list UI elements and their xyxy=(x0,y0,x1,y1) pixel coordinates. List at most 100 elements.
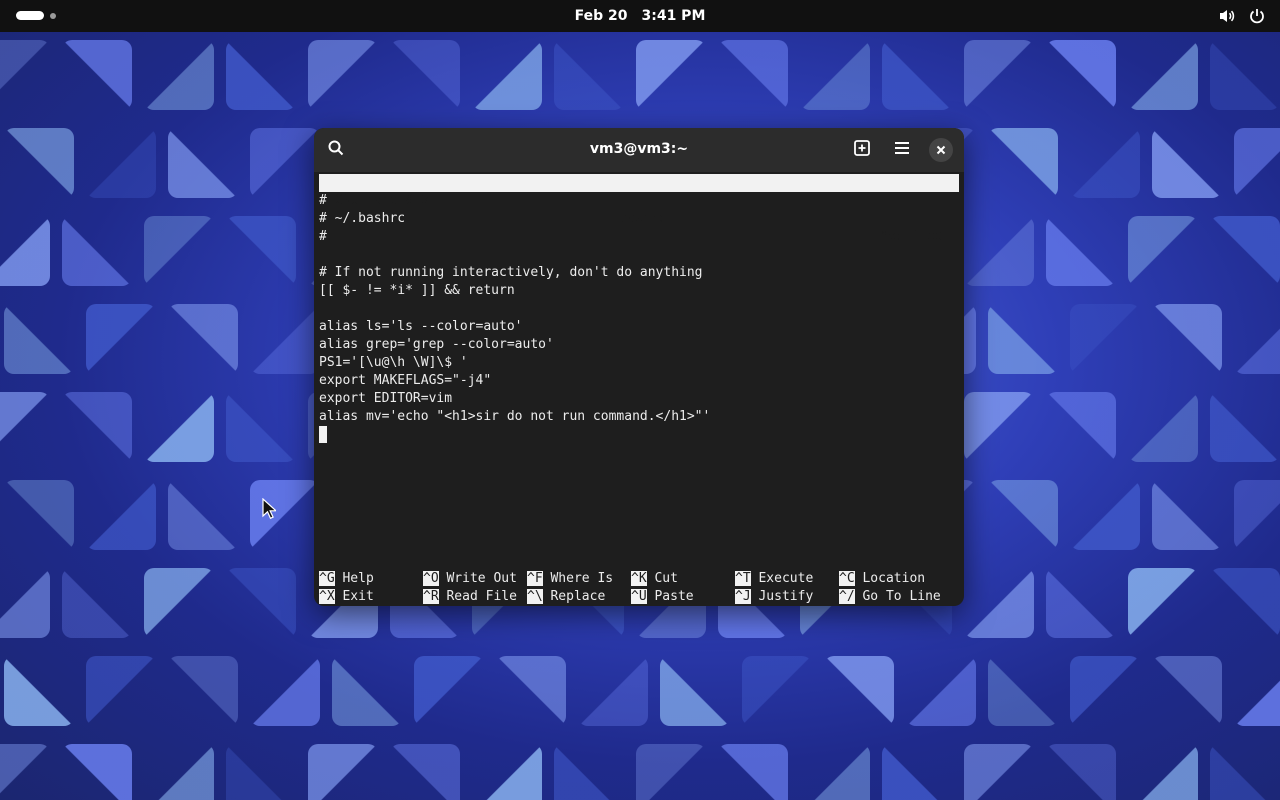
clock-date[interactable]: Feb 20 xyxy=(575,8,628,24)
file-line[interactable]: export EDITOR=vim xyxy=(319,390,452,408)
wallpaper-tile xyxy=(1210,216,1280,286)
volume-icon[interactable] xyxy=(1218,7,1236,25)
shortcut-go-to-line[interactable]: ^/ Go To Line xyxy=(839,588,941,606)
clock-time[interactable]: 3:41 PM xyxy=(641,8,705,24)
file-line[interactable]: # ~/.bashrc xyxy=(319,210,405,228)
shortcut-label: Read File xyxy=(446,589,517,604)
close-icon xyxy=(935,141,947,160)
shortcut-exit[interactable]: ^X Exit xyxy=(319,588,374,606)
activities-indicator[interactable] xyxy=(16,11,56,20)
shortcut-key: ^C xyxy=(839,571,855,586)
shortcut-location[interactable]: ^C Location xyxy=(839,570,925,588)
wallpaper-tile xyxy=(86,480,156,550)
shortcut-key: ^R xyxy=(423,589,439,604)
terminal-window[interactable]: vm3@vm3:~ GNU nano 8.3 .bashrc Modified … xyxy=(314,128,964,606)
wallpaper-tile xyxy=(226,216,296,286)
workspace-dot xyxy=(50,12,56,19)
file-line[interactable]: export MAKEFLAGS="-j4" xyxy=(319,372,491,390)
file-line[interactable]: alias mv='echo "<h1>sir do not run comma… xyxy=(319,408,710,426)
shortcut-paste[interactable]: ^U Paste xyxy=(631,588,694,606)
wallpaper-tile xyxy=(1070,656,1140,726)
shortcut-key: ^G xyxy=(319,571,335,586)
workspace-active-pill xyxy=(16,11,44,20)
wallpaper-tile xyxy=(144,216,214,286)
nano-titlebar: GNU nano 8.3 .bashrc Modified xyxy=(319,174,959,244)
wallpaper-tile xyxy=(578,656,648,726)
wallpaper-tile xyxy=(226,744,296,800)
shortcut-write-out[interactable]: ^O Write Out xyxy=(423,570,517,588)
wallpaper-tile xyxy=(472,744,542,800)
file-line[interactable]: # xyxy=(319,228,327,246)
wallpaper-tile xyxy=(390,40,460,110)
shortcut-label: Location xyxy=(862,571,926,586)
wallpaper-tile xyxy=(1210,568,1280,638)
file-line[interactable]: PS1='[\u@\h \W]\$ ' xyxy=(319,354,468,372)
shortcut-label: Justify xyxy=(758,589,814,604)
shortcut-key: ^T xyxy=(735,571,751,586)
shortcut-key: ^F xyxy=(527,571,543,586)
mouse-pointer-icon xyxy=(262,497,278,524)
wallpaper-tile xyxy=(226,568,296,638)
wallpaper-tile xyxy=(226,392,296,462)
wallpaper-tile xyxy=(1046,568,1116,638)
wallpaper-tile xyxy=(800,40,870,110)
wallpaper-tile xyxy=(964,568,1034,638)
file-line[interactable]: # If not running interactively, don't do… xyxy=(319,264,703,282)
wallpaper-tile xyxy=(1234,304,1280,374)
wallpaper-tile xyxy=(882,40,952,110)
wallpaper-tile xyxy=(1046,744,1116,800)
nano-filename: .bashrc xyxy=(611,211,667,226)
wallpaper-tile xyxy=(332,656,402,726)
wallpaper-tile xyxy=(1152,304,1222,374)
wallpaper-tile xyxy=(1046,216,1116,286)
wallpaper-tile xyxy=(906,656,976,726)
wallpaper-tile xyxy=(1234,480,1280,550)
wallpaper-tile xyxy=(1046,40,1116,110)
wallpaper-tile xyxy=(168,304,238,374)
wallpaper-tile xyxy=(4,304,74,374)
shortcut-label: Replace xyxy=(550,589,606,604)
close-button[interactable] xyxy=(929,138,953,162)
shortcut-label: Paste xyxy=(654,589,694,604)
menu-button[interactable] xyxy=(888,136,916,164)
text-cursor xyxy=(319,426,327,443)
wallpaper-tile xyxy=(988,304,1058,374)
wallpaper-tile xyxy=(4,480,74,550)
shortcut-label: Help xyxy=(342,571,374,586)
wallpaper-tile xyxy=(800,744,870,800)
shortcut-justify[interactable]: ^J Justify xyxy=(735,588,813,606)
shortcut-key: ^/ xyxy=(839,589,855,604)
wallpaper-tile xyxy=(62,216,132,286)
shortcut-label: Execute xyxy=(758,571,814,586)
file-line[interactable]: alias ls='ls --color=auto' xyxy=(319,318,523,336)
wallpaper-tile xyxy=(168,128,238,198)
wallpaper-tile xyxy=(390,744,460,800)
clock: Feb 20 3:41 PM xyxy=(0,0,1280,32)
file-line[interactable]: # xyxy=(319,192,327,210)
file-line[interactable]: alias grep='grep --color=auto' xyxy=(319,336,554,354)
shortcut-label: Go To Line xyxy=(862,589,941,604)
shortcut-replace[interactable]: ^\ Replace xyxy=(527,588,605,606)
shortcut-where-is[interactable]: ^F Where Is xyxy=(527,570,613,588)
wallpaper-tile xyxy=(1152,128,1222,198)
shortcut-read-file[interactable]: ^R Read File xyxy=(423,588,517,606)
wallpaper-tile xyxy=(226,40,296,110)
wallpaper-tile xyxy=(62,392,132,462)
wallpaper-tile xyxy=(964,216,1034,286)
search-button[interactable] xyxy=(322,136,350,164)
new-tab-button[interactable] xyxy=(848,136,876,164)
wallpaper-tile xyxy=(1210,392,1280,462)
shortcut-execute[interactable]: ^T Execute xyxy=(735,570,813,588)
system-tray[interactable] xyxy=(1218,7,1266,25)
terminal-content[interactable]: GNU nano 8.3 .bashrc Modified # # ~/.bas… xyxy=(319,174,959,604)
shortcut-cut[interactable]: ^K Cut xyxy=(631,570,678,588)
file-line[interactable]: [[ $- != *i* ]] && return xyxy=(319,282,515,300)
wallpaper-tile xyxy=(308,40,378,110)
window-headerbar[interactable]: vm3@vm3:~ xyxy=(314,128,964,172)
wallpaper-tile xyxy=(1128,216,1198,286)
power-icon[interactable] xyxy=(1248,7,1266,25)
wallpaper-tile xyxy=(0,40,50,110)
wallpaper-tile xyxy=(964,392,1034,462)
wallpaper-tile xyxy=(168,656,238,726)
shortcut-help[interactable]: ^G Help xyxy=(319,570,374,588)
